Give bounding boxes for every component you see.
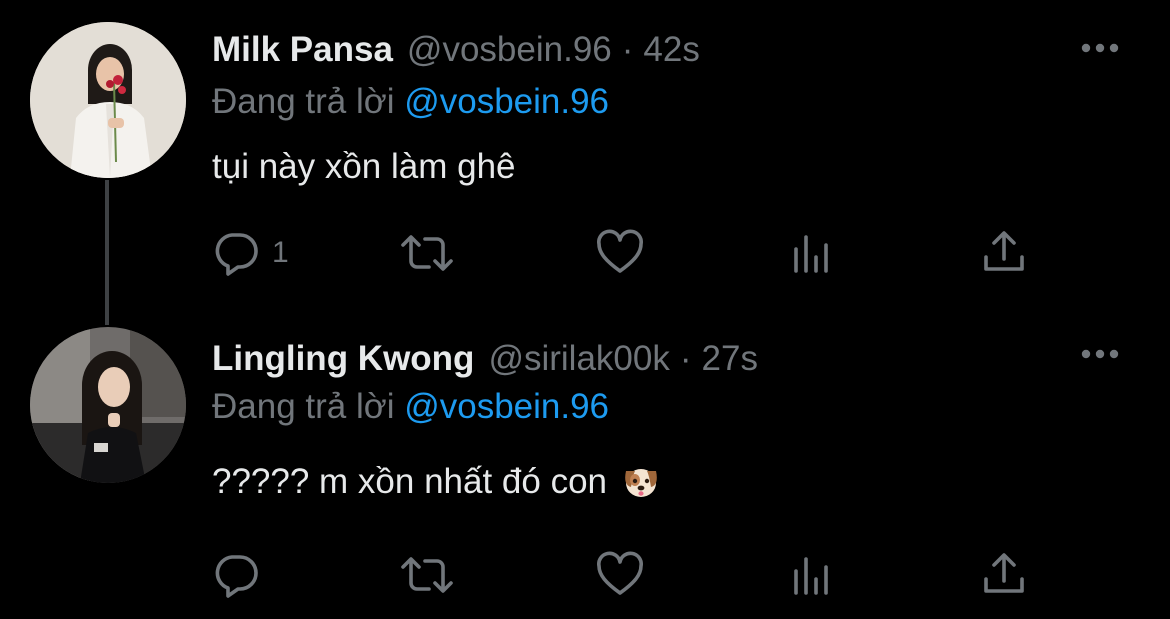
reply-button[interactable] [212, 550, 272, 600]
more-options-button[interactable] [1070, 28, 1130, 68]
avatar[interactable] [30, 327, 186, 483]
separator-dot: · [621, 30, 634, 69]
more-options-button[interactable] [1070, 334, 1130, 374]
reply-icon [215, 233, 258, 276]
tweet[interactable]: Lingling Kwong @sirilak00k · 27s Đang tr… [0, 310, 1170, 619]
reply-count: 1 [272, 236, 289, 269]
dog-face-emoji-icon [624, 469, 657, 497]
retweet-button[interactable] [399, 550, 455, 600]
analytics-icon [794, 557, 828, 595]
analytics-button[interactable] [790, 228, 834, 278]
tweet-text: ????? m xồn nhất đó con [212, 460, 661, 504]
share-button[interactable] [982, 228, 1026, 278]
like-button[interactable] [596, 228, 644, 278]
retweet-button[interactable] [399, 228, 455, 278]
like-icon [597, 229, 643, 273]
avatar[interactable] [30, 22, 186, 178]
timestamp[interactable]: 27s [702, 337, 758, 381]
reply-mention-link[interactable]: @vosbein.96 [404, 387, 609, 426]
share-icon [984, 553, 1024, 593]
tweet-action-bar: 1 [212, 228, 1042, 278]
replying-to-line: Đang trả lời @vosbein.96 [212, 385, 609, 429]
reply-icon [215, 555, 258, 598]
replying-to-label: Đang trả lời [212, 82, 395, 121]
display-name[interactable]: Milk Pansa [212, 28, 393, 72]
user-handle[interactable]: @vosbein.96 [407, 28, 612, 72]
analytics-icon [794, 235, 828, 273]
replying-to-label: Đang trả lời [212, 387, 395, 426]
tweet[interactable]: Milk Pansa @vosbein.96 · 42s Đang trả lờ… [0, 0, 1170, 310]
tweet-text-content: ????? m xồn nhất đó con [212, 462, 608, 501]
reply-button[interactable]: 1 [212, 228, 289, 278]
reply-mention-link[interactable]: @vosbein.96 [404, 82, 609, 121]
share-icon [984, 231, 1024, 271]
tweet-header: Milk Pansa @vosbein.96 · 42s [212, 28, 700, 72]
more-icon [1081, 349, 1119, 359]
more-icon [1081, 43, 1119, 53]
like-icon [597, 551, 643, 595]
avatar-photo [30, 22, 186, 178]
timestamp[interactable]: 42s [643, 28, 699, 72]
avatar-photo [30, 327, 186, 483]
user-handle[interactable]: @sirilak00k [488, 337, 669, 381]
tweet-text: tụi này xồn làm ghê [212, 147, 516, 186]
tweet-action-bar [212, 550, 1042, 600]
display-name[interactable]: Lingling Kwong [212, 337, 474, 381]
tweet-header: Lingling Kwong @sirilak00k · 27s [212, 337, 758, 381]
replying-to-line: Đang trả lời @vosbein.96 [212, 80, 609, 124]
separator-dot: · [679, 339, 692, 378]
retweet-icon [401, 557, 453, 593]
retweet-icon [401, 235, 453, 271]
analytics-button[interactable] [790, 550, 834, 600]
share-button[interactable] [982, 550, 1026, 600]
like-button[interactable] [596, 550, 644, 600]
